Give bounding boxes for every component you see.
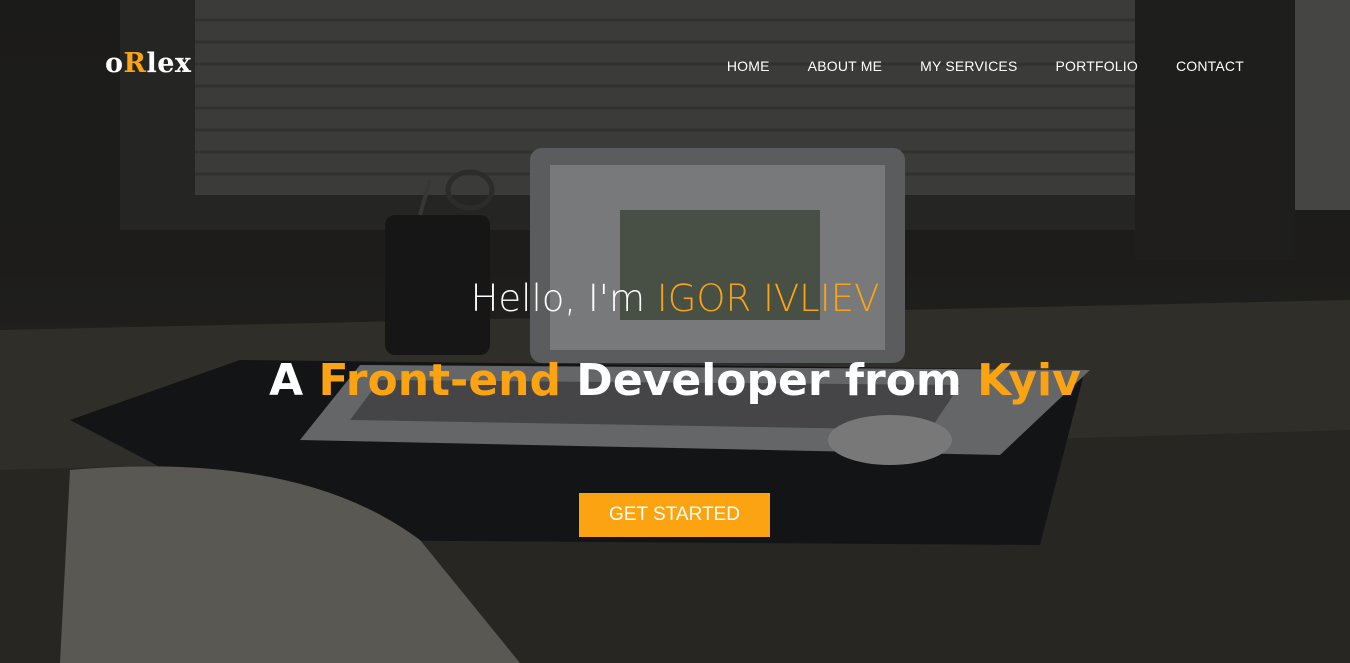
- hero-overlay: [0, 0, 1350, 663]
- hero-greeting: Hello, I'm IGOR IVLIEV: [0, 277, 1350, 320]
- tagline-city: Kyiv: [977, 355, 1081, 406]
- tagline-role: Front-end: [318, 355, 561, 406]
- nav-item-contact[interactable]: CONTACT: [1176, 58, 1244, 74]
- tagline-part-b: Developer from: [560, 355, 978, 406]
- site-logo[interactable]: oRlex: [105, 48, 192, 79]
- hero-tagline: A Front-end Developer from Kyiv: [0, 355, 1350, 406]
- greeting-prefix: Hello, I'm: [470, 277, 657, 320]
- nav-item-about-me[interactable]: ABOUT ME: [808, 58, 882, 74]
- logo-text-part1: o: [105, 48, 124, 79]
- main-nav: HOME ABOUT ME MY SERVICES PORTFOLIO CONT…: [727, 58, 1244, 74]
- nav-item-home[interactable]: HOME: [727, 58, 770, 74]
- logo-text-part3: lex: [146, 48, 192, 79]
- hero-name: IGOR IVLIEV: [656, 277, 880, 320]
- nav-item-my-services[interactable]: MY SERVICES: [920, 58, 1017, 74]
- get-started-button[interactable]: GET STARTED: [579, 493, 770, 537]
- nav-item-portfolio[interactable]: PORTFOLIO: [1056, 58, 1138, 74]
- logo-text-accent: R: [123, 48, 147, 79]
- tagline-part-a: A: [269, 355, 319, 406]
- hero-section: [0, 0, 1350, 663]
